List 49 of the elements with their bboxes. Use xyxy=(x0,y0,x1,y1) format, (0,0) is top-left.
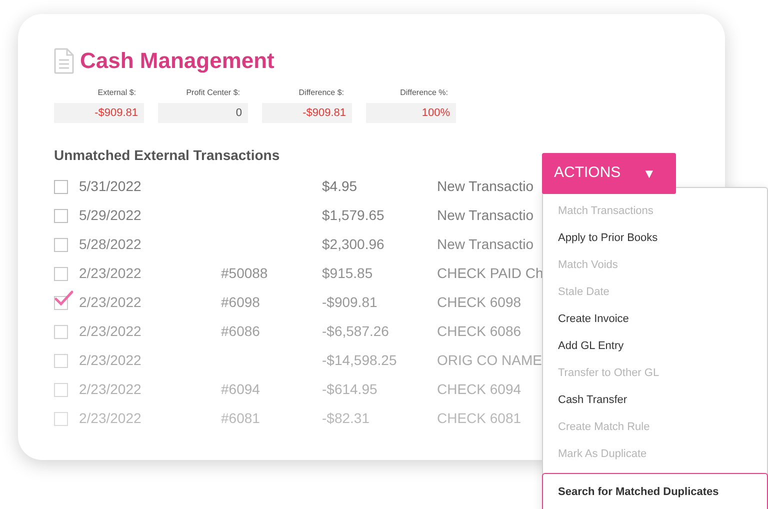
summary-value: 0 xyxy=(158,103,248,123)
date-cell: 2/23/2022 xyxy=(79,265,142,281)
amount-cell: $2,300.96 xyxy=(322,236,384,252)
description-cell: New Transactio xyxy=(437,178,534,194)
description-cell: CHECK 6094 xyxy=(437,381,522,397)
date-cell: 2/23/2022 xyxy=(79,352,142,368)
menu-item[interactable]: Apply to Prior Books xyxy=(543,227,767,254)
menu-item[interactable]: Search for Matched Duplicates xyxy=(542,473,768,509)
description-cell: CHECK 6086 xyxy=(437,323,522,339)
amount-cell: -$614.95 xyxy=(322,381,378,397)
date-cell: 2/23/2022 xyxy=(79,294,142,310)
amount-cell: -$82.31 xyxy=(322,410,370,426)
description-cell: ORIG CO NAME xyxy=(437,352,542,368)
reference-cell: #6081 xyxy=(221,410,260,426)
checkbox[interactable] xyxy=(54,290,74,310)
description-cell: CHECK 6098 xyxy=(437,294,522,310)
amount-cell: -$14,598.25 xyxy=(322,352,397,368)
date-cell: 2/23/2022 xyxy=(79,410,142,426)
summary-value: -$909.81 xyxy=(54,103,144,123)
date-cell: 5/29/2022 xyxy=(79,207,142,223)
amount-cell: $4.95 xyxy=(322,178,358,194)
summary-label: Difference $: xyxy=(298,87,345,99)
summary-value: 100% xyxy=(366,103,456,123)
amount-cell: $915.85 xyxy=(322,265,373,281)
date-cell: 2/23/2022 xyxy=(79,323,142,339)
menu-item[interactable]: Create Invoice xyxy=(543,308,767,335)
menu-item[interactable]: Add GL Entry xyxy=(543,335,767,362)
description-cell: New Transactio xyxy=(437,207,534,223)
reference-cell: #6086 xyxy=(221,323,260,339)
section-heading: Unmatched External Transactions xyxy=(54,146,281,165)
summary-label: Profit Center $: xyxy=(186,87,241,99)
description-cell: CHECK 6081 xyxy=(437,410,522,426)
summary-label: External $: xyxy=(98,87,137,99)
amount-cell: -$909.81 xyxy=(322,294,378,310)
menu-item[interactable]: Cash Transfer xyxy=(543,389,767,416)
amount-cell: $1,579.65 xyxy=(322,207,384,223)
date-cell: 5/31/2022 xyxy=(79,178,142,194)
actions-button[interactable]: ACTIONS ▼ xyxy=(542,153,676,194)
reference-cell: #50088 xyxy=(221,265,268,281)
page-title: Cash Management xyxy=(80,47,274,75)
reference-cell: #6094 xyxy=(221,381,260,397)
date-cell: 5/28/2022 xyxy=(79,236,142,252)
summary-value: -$909.81 xyxy=(262,103,352,123)
description-cell: New Transactio xyxy=(437,236,534,252)
date-cell: 2/23/2022 xyxy=(79,381,142,397)
summary-label: Difference %: xyxy=(400,87,449,99)
reference-cell: #6098 xyxy=(221,294,260,310)
amount-cell: -$6,587.26 xyxy=(322,323,389,339)
document-icon xyxy=(54,48,74,74)
